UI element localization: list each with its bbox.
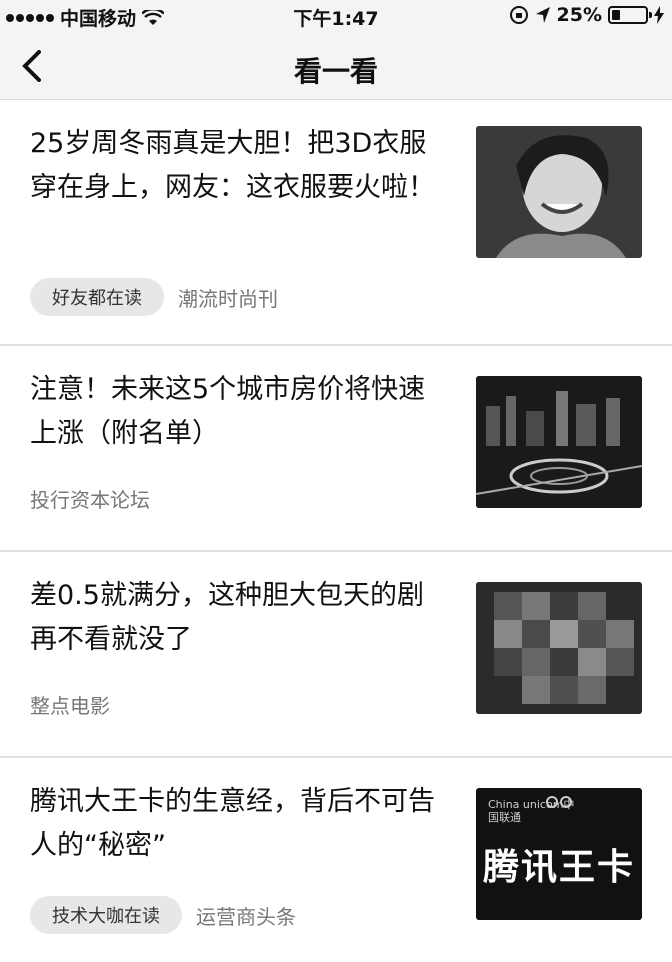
- article-meta: 投行资本论坛: [30, 484, 150, 513]
- pixelated-image: [476, 582, 642, 714]
- article-thumbnail: [476, 376, 642, 508]
- status-right: 25%: [509, 4, 664, 26]
- battery-icon: [608, 6, 652, 24]
- article-source: 整点电影: [30, 694, 110, 718]
- article-feed: 25岁周冬雨真是大胆！把3D衣服穿在身上，网友：这衣服要火啦！ 好友都在读 潮流…: [0, 100, 672, 962]
- article-item[interactable]: 注意！未来这5个城市房价将快速上涨（附名单） 投行资本论坛: [0, 346, 672, 552]
- social-tag: 技术大咖在读: [30, 896, 182, 934]
- article-thumbnail: China unicom中国联通 腾讯王卡: [476, 788, 642, 920]
- article-source: 投行资本论坛: [30, 488, 150, 512]
- battery-percent: 25%: [556, 4, 602, 26]
- charging-icon: [654, 6, 664, 24]
- unicom-knot-icon: [546, 796, 572, 808]
- nav-bar: 看一看: [0, 32, 672, 100]
- article-meta: 整点电影: [30, 690, 110, 719]
- article-headline: 注意！未来这5个城市房价将快速上涨（附名单）: [30, 374, 426, 449]
- thumbnail-title: 腾讯王卡: [482, 847, 635, 888]
- rotation-lock-icon: [509, 6, 528, 24]
- article-source: 潮流时尚刊: [178, 286, 278, 311]
- location-icon: [535, 7, 550, 23]
- article-meta: 技术大咖在读 运营商头条: [30, 896, 296, 934]
- city-night-image: [476, 376, 642, 508]
- article-meta: 好友都在读 潮流时尚刊: [30, 278, 278, 316]
- article-headline: 25岁周冬雨真是大胆！把3D衣服穿在身上，网友：这衣服要火啦！: [30, 128, 435, 203]
- article-item[interactable]: 25岁周冬雨真是大胆！把3D衣服穿在身上，网友：这衣服要火啦！ 好友都在读 潮流…: [0, 100, 672, 346]
- portrait-image: [476, 126, 642, 258]
- page-title: 看一看: [293, 55, 378, 88]
- article-source: 运营商头条: [196, 904, 296, 929]
- article-headline: 腾讯大王卡的生意经，背后不可告人的“秘密”: [30, 786, 435, 861]
- status-bar: 中国移动 下午1:47 25%: [0, 0, 672, 32]
- article-headline: 差0.5就满分，这种胆大包天的剧再不看就没了: [30, 580, 424, 655]
- article-item[interactable]: 腾讯大王卡的生意经，背后不可告人的“秘密” 技术大咖在读 运营商头条 China…: [0, 758, 672, 962]
- article-thumbnail: [476, 582, 642, 714]
- article-item[interactable]: 差0.5就满分，这种胆大包天的剧再不看就没了 整点电影: [0, 552, 672, 758]
- article-thumbnail: [476, 126, 642, 258]
- social-tag: 好友都在读: [30, 278, 164, 316]
